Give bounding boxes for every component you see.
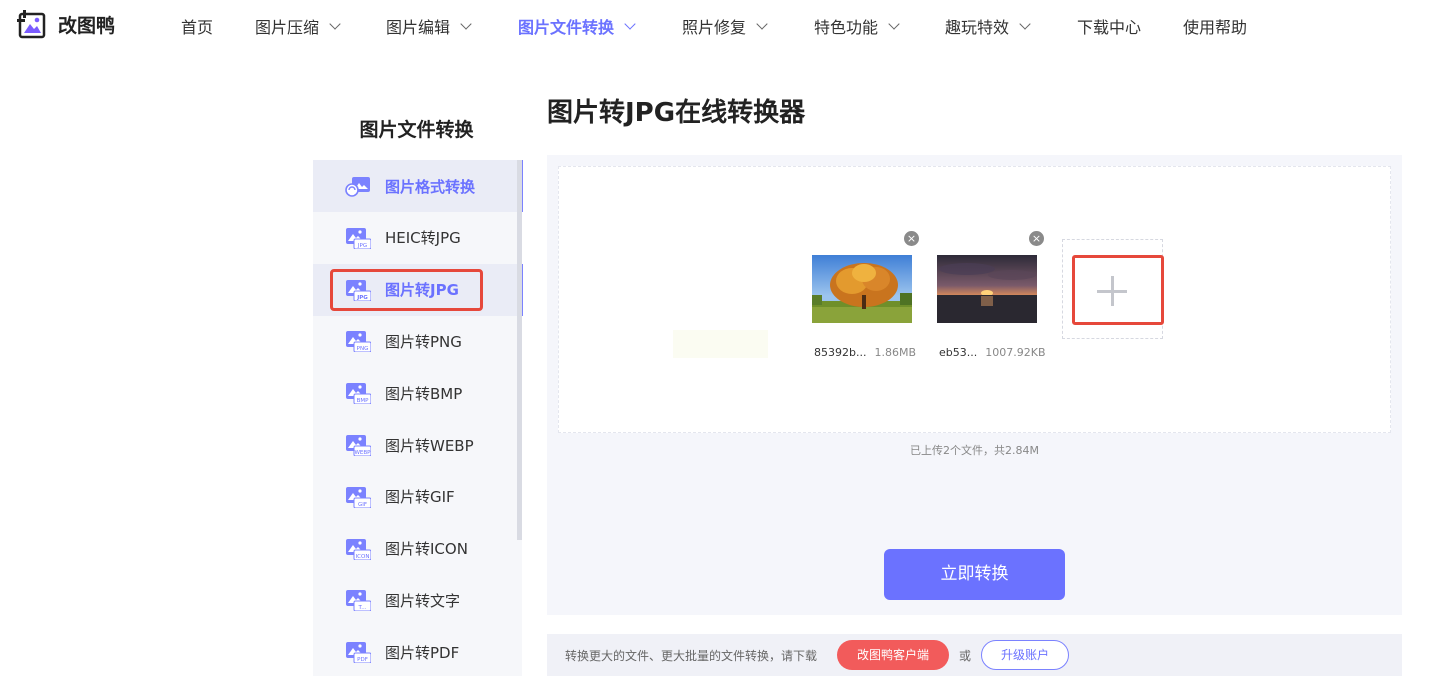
- sidebar-item[interactable]: JPG 图片转JPG: [313, 263, 523, 316]
- download-tip-bar: 转换更大的文件、更大批量的文件转换，请下载 改图鸭客户端 或 升级账户: [547, 634, 1402, 676]
- sidebar-item-label: 图片转BMP: [385, 384, 463, 403]
- autumn-tree-image: [812, 255, 912, 323]
- jpg-icon: JPG: [345, 279, 372, 302]
- remove-file-icon[interactable]: ×: [1029, 231, 1044, 246]
- svg-text:PNG: PNG: [357, 346, 369, 352]
- file-size: 1.86MB: [874, 346, 916, 359]
- text-icon: T...: [345, 589, 372, 612]
- sidebar-item-label: HEIC转JPG: [385, 229, 461, 248]
- sidebar-item-label: 图片转GIF: [385, 488, 455, 507]
- sidebar-item[interactable]: GIF 图片转GIF: [313, 471, 518, 523]
- svg-text:JPG: JPG: [356, 295, 368, 301]
- sidebar-item[interactable]: ICON 图片转ICON: [313, 523, 518, 575]
- logo[interactable]: 改图鸭: [16, 8, 115, 40]
- chevron-down-icon: [624, 17, 636, 30]
- file-meta: eb53... 1007.92KB: [939, 346, 1046, 359]
- webp-icon: WEBP: [345, 434, 372, 457]
- sunset-lake-image: [937, 255, 1037, 323]
- file-thumbnail[interactable]: 85392b... 1.86MB: [812, 255, 916, 359]
- sidebar-item-label: 图片转ICON: [385, 540, 468, 559]
- nav-image-file-convert[interactable]: 图片文件转换: [518, 14, 636, 38]
- sidebar-item-label: 图片格式转换: [385, 177, 476, 196]
- svg-text:WEBP: WEBP: [354, 450, 371, 456]
- sidebar-item[interactable]: JPG HEIC转JPG: [313, 212, 518, 264]
- convert-button[interactable]: 立即转换: [884, 549, 1065, 600]
- svg-text:GIF: GIF: [358, 502, 367, 508]
- svg-text:BMP: BMP: [357, 398, 370, 404]
- png-icon: PNG: [345, 330, 372, 353]
- nav-photo-repair[interactable]: 照片修复: [682, 14, 768, 38]
- nav-special-features[interactable]: 特色功能: [814, 14, 900, 38]
- icon-icon: ICON: [345, 538, 372, 561]
- nav-image-compress[interactable]: 图片压缩: [255, 14, 341, 38]
- chevron-down-icon: [756, 17, 768, 30]
- add-file-button[interactable]: [1062, 239, 1163, 339]
- upgrade-account-button[interactable]: 升级账户: [981, 640, 1070, 670]
- sidebar: 图片格式转换 JPG HEIC转JPG JPG 图片转JPG PNG 图片转PNG BMP 图片…: [313, 160, 523, 678]
- nav-fun-effects[interactable]: 趣玩特效: [945, 14, 1031, 38]
- download-tip: 转换更大的文件、更大批量的文件转换，请下载: [565, 648, 818, 663]
- sidebar-item-label: 图片转JPG: [385, 281, 459, 300]
- brand-name: 改图鸭: [58, 14, 116, 37]
- gif-icon: GIF: [345, 486, 372, 509]
- nav-image-edit[interactable]: 图片编辑: [386, 14, 472, 38]
- sidebar-item-label: 图片转WEBP: [385, 436, 474, 455]
- page-title: 图片转JPG在线转换器: [547, 98, 806, 128]
- file-meta: 85392b... 1.86MB: [814, 346, 916, 359]
- svg-text:T...: T...: [358, 605, 367, 611]
- bmp-icon: BMP: [345, 382, 372, 405]
- file-thumbnail[interactable]: eb53... 1007.92KB: [937, 255, 1046, 359]
- plus-icon: [1111, 276, 1114, 306]
- duck-logo-icon: [16, 8, 48, 40]
- svg-text:PDF: PDF: [357, 657, 368, 663]
- image-convert-icon: [345, 175, 371, 197]
- nav-home[interactable]: 首页: [181, 14, 213, 38]
- sidebar-item[interactable]: T... 图片转文字: [313, 574, 518, 626]
- sidebar-item[interactable]: PNG 图片转PNG: [313, 315, 518, 367]
- file-size: 1007.92KB: [985, 346, 1046, 359]
- pdf-icon: PDF: [345, 641, 372, 664]
- chevron-down-icon: [460, 17, 472, 30]
- chevron-down-icon: [888, 17, 900, 30]
- or-text: 或: [959, 648, 972, 663]
- sidebar-item-label: 图片转PNG: [385, 332, 462, 351]
- sidebar-item[interactable]: BMP 图片转BMP: [313, 367, 518, 419]
- file-name: eb53...: [939, 346, 978, 359]
- remove-file-icon[interactable]: ×: [904, 231, 919, 246]
- heic-icon: JPG: [345, 227, 372, 250]
- upload-summary: 已上传2个文件，共2.84M: [910, 444, 1039, 457]
- sidebar-title: 图片文件转换: [359, 119, 474, 141]
- download-client-button[interactable]: 改图鸭客户端: [837, 640, 950, 670]
- sidebar-item[interactable]: WEBP 图片转WEBP: [313, 419, 518, 471]
- chevron-down-icon: [329, 17, 341, 30]
- top-navigation: 改图鸭 首页 图片压缩 图片编辑 图片文件转换 照片修复 特色功能 趣玩特效 下…: [0, 0, 1440, 50]
- chevron-down-icon: [1019, 17, 1031, 30]
- sidebar-item[interactable]: PDF 图片转PDF: [313, 626, 518, 678]
- sidebar-item-label: 图片转文字: [385, 591, 461, 610]
- svg-text:ICON: ICON: [356, 554, 370, 560]
- faint-placeholder: [673, 330, 768, 358]
- sidebar-scrollbar[interactable]: [517, 160, 522, 540]
- sidebar-item[interactable]: 图片格式转换: [313, 160, 523, 212]
- nav-download-center[interactable]: 下载中心: [1077, 14, 1141, 38]
- nav-help[interactable]: 使用帮助: [1183, 14, 1247, 38]
- file-name: 85392b...: [814, 346, 867, 359]
- svg-text:JPG: JPG: [357, 243, 367, 249]
- sidebar-item-label: 图片转PDF: [385, 643, 460, 662]
